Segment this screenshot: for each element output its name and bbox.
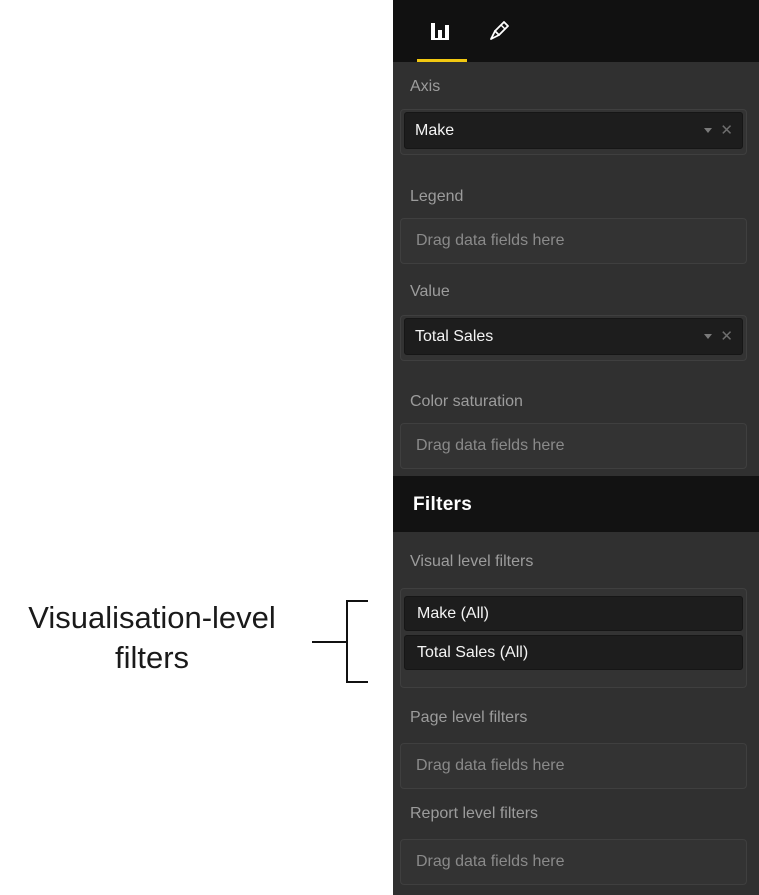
close-icon[interactable]: ✕ [720,327,733,345]
value-well[interactable]: Total Sales ✕ [400,315,747,361]
paint-roller-icon [490,21,509,40]
report-level-filters-well[interactable]: Drag data fields here [400,839,747,885]
filter-card-make[interactable]: Make (All) [404,596,743,631]
tab-format[interactable] [475,0,523,62]
chevron-down-icon[interactable] [704,334,712,339]
tab-fields[interactable] [413,0,467,62]
filters-title: Filters [413,494,473,515]
report-level-filters-placeholder: Drag data fields here [416,853,565,870]
bar-chart-icon [431,23,449,40]
value-field-pill[interactable]: Total Sales ✕ [404,318,743,355]
axis-field-value: Make [415,122,455,139]
close-icon[interactable]: ✕ [720,121,733,139]
axis-label: Axis [410,78,441,95]
annotation-bracket [312,600,368,683]
chevron-down-icon[interactable] [704,128,712,133]
page-level-filters-placeholder: Drag data fields here [416,757,565,774]
visual-level-filters-well[interactable]: Make (All) Total Sales (All) [400,588,747,688]
axis-field-pill[interactable]: Make ✕ [404,112,743,149]
annotation-line-1: Visualisation-level [28,600,276,635]
value-label: Value [410,283,450,300]
visualizations-pane: Axis Make ✕ Legend Drag data fields here… [393,0,759,895]
color-saturation-label: Color saturation [410,393,523,410]
filter-card-total-sales[interactable]: Total Sales (All) [404,635,743,670]
color-saturation-well[interactable]: Drag data fields here [400,423,747,469]
filter-card-label: Total Sales (All) [417,644,529,661]
annotation-line-2: filters [114,640,190,675]
axis-well[interactable]: Make ✕ [400,109,747,155]
page-level-filters-label: Page level filters [410,709,528,726]
filters-header: Filters [393,476,759,532]
annotation-text: Visualisation-level filters [6,598,298,678]
value-field-value: Total Sales [415,328,494,345]
report-level-filters-label: Report level filters [410,805,539,822]
color-saturation-placeholder: Drag data fields here [416,437,565,454]
legend-label: Legend [410,188,464,205]
legend-well[interactable]: Drag data fields here [400,218,747,264]
active-tab-indicator [417,59,467,62]
visual-level-filters-label: Visual level filters [410,553,534,570]
filter-card-label: Make (All) [417,605,490,622]
legend-placeholder: Drag data fields here [416,232,565,249]
page-level-filters-well[interactable]: Drag data fields here [400,743,747,789]
pane-tab-bar [393,0,759,62]
